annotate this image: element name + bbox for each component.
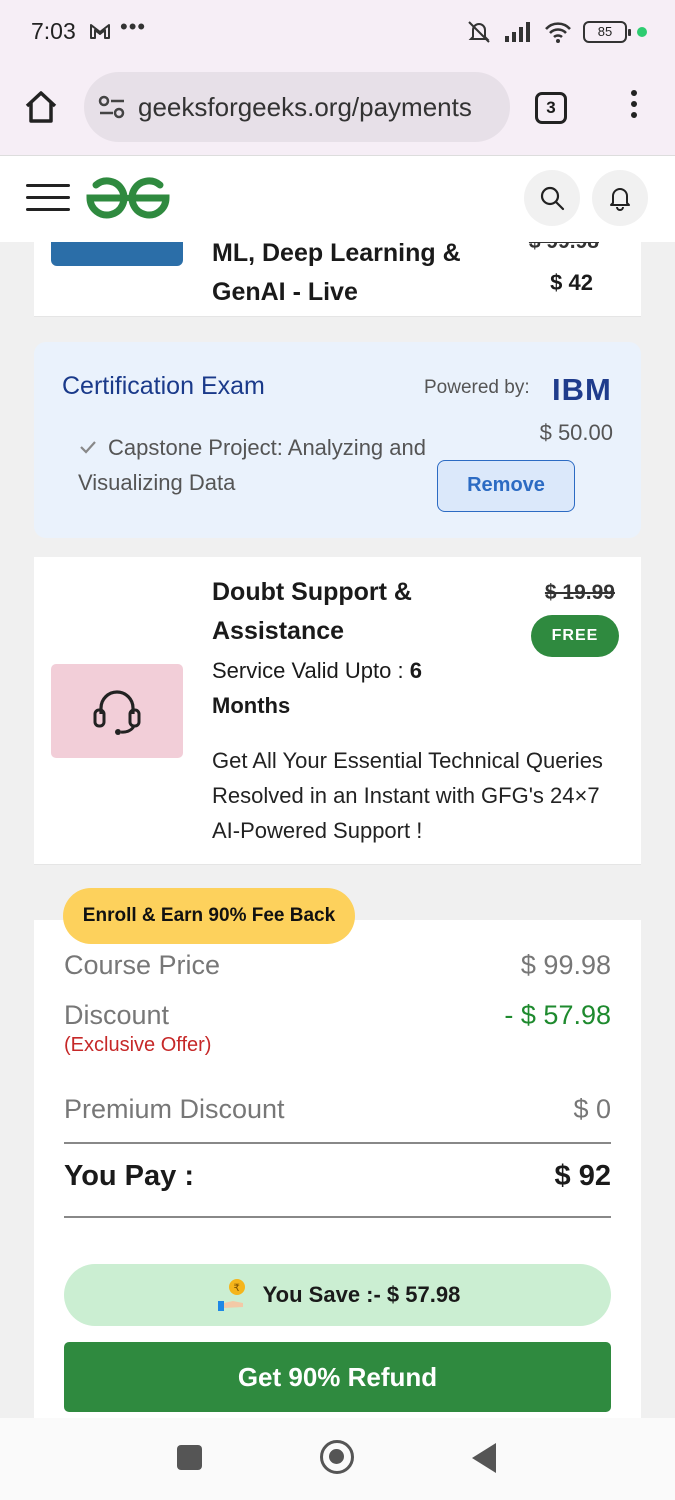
check-icon <box>80 441 96 454</box>
url-text[interactable]: geeksforgeeks.org/payments <box>138 92 472 123</box>
course-price: $ 42 <box>550 270 593 295</box>
divider <box>64 1216 611 1218</box>
you-save-banner: ₹ You Save :- $ 57.98 <box>64 1264 611 1326</box>
back-button[interactable] <box>472 1443 496 1473</box>
notifications-button[interactable] <box>592 170 648 226</box>
recents-button[interactable] <box>177 1445 202 1470</box>
status-icons: 85 <box>465 18 647 46</box>
doubt-support-title: Doubt Support & Assistance <box>212 578 412 645</box>
validity-label: Service Valid Upto : <box>212 658 410 683</box>
course-thumbnail <box>51 242 183 266</box>
service-validity: Service Valid Upto : 6 Months <box>212 653 472 723</box>
status-time: 7:03 <box>31 18 76 44</box>
course-title: ML, Deep Learning & GenAI - Live <box>212 242 461 306</box>
you-pay-label: You Pay : <box>64 1160 194 1192</box>
privacy-indicator-dot <box>637 27 647 37</box>
discount-label: Discount <box>64 1000 170 1030</box>
browser-toolbar: geeksforgeeks.org/payments 3 <box>0 62 675 156</box>
search-icon <box>540 186 565 211</box>
battery-icon: 85 <box>583 21 631 43</box>
course-card: ML, Deep Learning & GenAI - Live $ 99.98… <box>34 242 641 317</box>
enroll-earn-badge: Enroll & Earn 90% Fee Back <box>63 888 355 944</box>
doubt-support-original-price: $ 19.99 <box>544 581 615 604</box>
exclusive-offer-note: (Exclusive Offer) <box>64 1034 212 1056</box>
mute-vibrate-icon <box>468 21 490 43</box>
svg-text:₹: ₹ <box>233 1283 239 1294</box>
tab-switcher-button[interactable]: 3 <box>535 92 567 124</box>
doubt-support-thumbnail <box>51 664 183 758</box>
course-price-value: $ 99.98 <box>520 950 611 980</box>
checkout-content[interactable]: ML, Deep Learning & GenAI - Live $ 99.98… <box>0 242 675 1418</box>
powered-by-label: Powered by: <box>424 377 530 398</box>
premium-discount-label: Premium Discount <box>64 1094 285 1124</box>
certification-title: Certification Exam <box>62 372 265 400</box>
get-refund-button[interactable]: Get 90% Refund <box>64 1342 611 1412</box>
divider <box>64 1142 611 1144</box>
ibm-logo: IBM <box>552 372 612 407</box>
certification-price: $ 50.00 <box>539 420 613 445</box>
gmail-icon <box>90 24 110 39</box>
gfg-logo[interactable] <box>84 174 172 222</box>
doubt-support-description: Get All Your Essential Technical Queries… <box>212 748 603 843</box>
course-original-price: $ 99.98 <box>529 242 599 254</box>
address-bar[interactable]: geeksforgeeks.org/payments <box>84 72 510 142</box>
search-button[interactable] <box>524 170 580 226</box>
discount-value: - $ 57.98 <box>504 1000 611 1030</box>
system-nav-bar <box>0 1418 675 1500</box>
home-icon[interactable] <box>22 88 60 126</box>
headset-icon <box>93 690 141 735</box>
remove-button[interactable]: Remove <box>437 460 575 512</box>
certification-item: Capstone Project: Analyzing and Visualiz… <box>78 430 478 500</box>
you-save-text: You Save :- $ 57.98 <box>262 1282 461 1307</box>
wifi-icon <box>545 22 571 43</box>
you-pay-value: $ 92 <box>554 1160 611 1192</box>
doubt-support-card: Doubt Support & Assistance $ 19.99 FREE … <box>34 557 641 865</box>
home-nav-button[interactable] <box>320 1440 354 1474</box>
status-bar: 7:03 ••• 85 <box>0 0 675 62</box>
status-more-dots: ••• <box>120 14 147 39</box>
browser-menu-button[interactable] <box>626 90 642 126</box>
certification-item-text: Capstone Project: Analyzing and Visualiz… <box>78 435 426 495</box>
money-hand-icon: ₹ <box>217 1279 245 1311</box>
course-price-label: Course Price <box>64 950 221 980</box>
free-badge: FREE <box>531 615 619 657</box>
site-header <box>0 156 675 242</box>
hamburger-menu-icon[interactable] <box>26 184 70 214</box>
bell-icon <box>610 188 630 211</box>
price-summary-card: Course Price $ 99.98 Discount - $ 57.98 … <box>34 920 641 1418</box>
signal-icon <box>505 22 530 42</box>
site-settings-icon[interactable] <box>98 94 126 120</box>
premium-discount-value: $ 0 <box>573 1094 611 1124</box>
